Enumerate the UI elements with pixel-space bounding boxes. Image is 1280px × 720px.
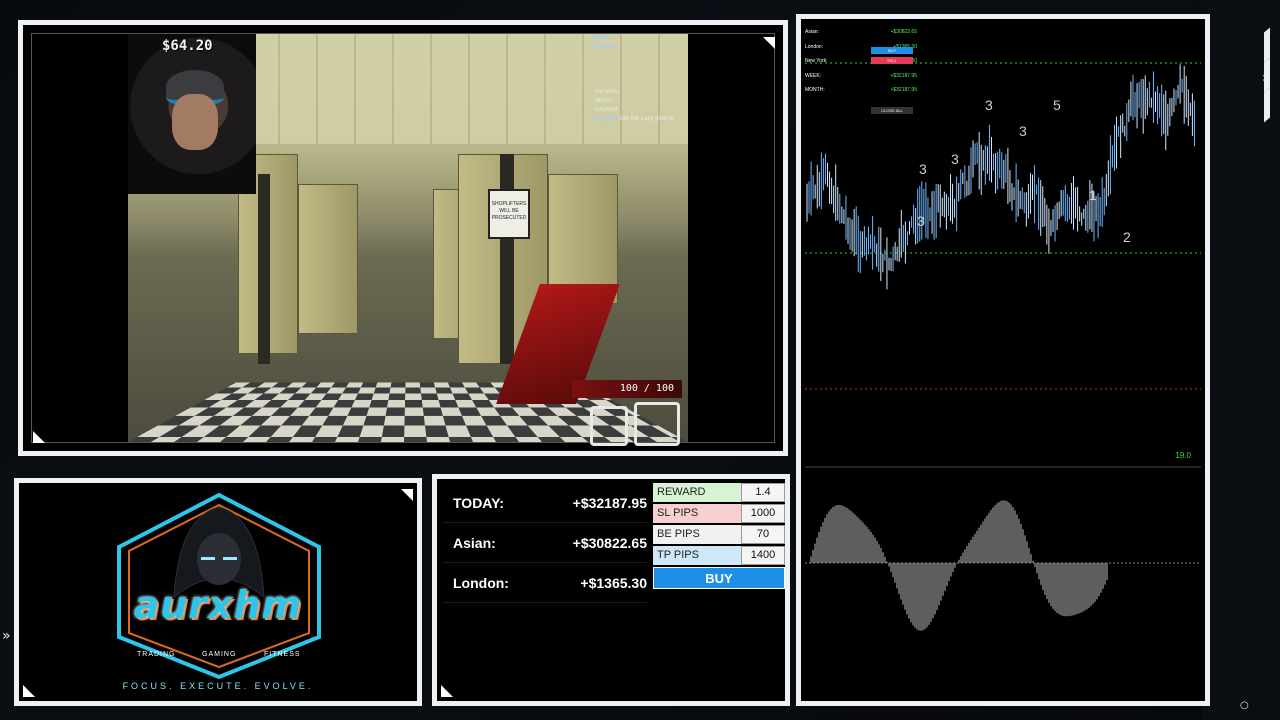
stream-overlay: » » ○ SHOPLIFTERS WILL BE PROSECUTED $64… (0, 0, 1280, 720)
mini-sell-button[interactable]: SELL (871, 57, 913, 64)
reward-label: REWARD (653, 483, 741, 502)
tp-row: TP PIPS 1400 (653, 546, 785, 565)
shelf-pole (500, 154, 514, 364)
inventory-slot (590, 406, 628, 446)
store-shelf (298, 184, 358, 334)
sl-input[interactable]: 1000 (741, 504, 785, 523)
reward-input[interactable]: 1.4 (741, 483, 785, 502)
chevron-icon: » (1262, 70, 1271, 86)
pnl-summary: TODAY: +$32187.95 Asian: +$30822.65 Lond… (443, 483, 647, 603)
pnl-label: TODAY: (453, 494, 505, 511)
wave-label: 3 (985, 97, 993, 113)
chat-message (592, 80, 692, 88)
trading-chart-panel: Asian:+$30822.65 London:+$1365.30 New Yo… (796, 14, 1210, 706)
price-chart (805, 23, 1201, 697)
decorative-frame-edge (1202, 0, 1280, 720)
stream-chat: hpagie zkfantasy RETARD WHAT DISARM andy… (592, 34, 692, 124)
wave-label: 3 (917, 213, 925, 229)
frame-slash (1264, 87, 1270, 123)
category-fitness: FITNESS (264, 651, 301, 658)
wave-label: 3 (919, 161, 927, 177)
be-label: BE PIPS (653, 525, 741, 544)
chat-message: DISARM (595, 107, 619, 113)
mini-buy-button[interactable]: BUY (871, 47, 913, 54)
price-tag: 19.0 (1175, 451, 1191, 460)
pnl-value: +$1365.30 (580, 574, 647, 591)
wave-label: 1 (1089, 187, 1097, 203)
tp-input[interactable]: 1400 (741, 546, 785, 565)
chat-message (592, 62, 692, 70)
mini-close-all-button[interactable]: CLOSE ALL (871, 107, 913, 114)
category-trading: TRADING (137, 651, 176, 658)
health-bar: 100 / 100 (572, 380, 682, 398)
sl-row: SL PIPS 1000 (653, 504, 785, 523)
circle-icon: ○ (1240, 700, 1249, 711)
sl-label: SL PIPS (653, 504, 741, 523)
pnl-row-today: TODAY: +$32187.95 (443, 483, 647, 523)
pnl-value: +$30822.65 (572, 534, 647, 551)
inventory-slot-selected (634, 402, 680, 446)
mini-row: WEEK: +$32187.95 (805, 72, 917, 79)
corner-accent (23, 685, 35, 697)
corner-accent (401, 489, 413, 501)
brand-logo-panel: aurxhm TRADING GAMING FITNESS FOCUS. EXE… (14, 478, 422, 706)
chat-message: zkfantasy (592, 44, 618, 50)
pnl-label: London: (453, 574, 509, 591)
money-counter: $64.20 (162, 38, 213, 54)
wave-label: 3 (951, 151, 959, 167)
mini-row: Asian: +$30822.65 (805, 29, 917, 36)
pnl-label: Asian: (453, 534, 496, 551)
reward-row: REWARD 1.4 (653, 483, 785, 502)
brand-tagline: FOCUS. EXECUTE. EVOLVE. (122, 681, 314, 691)
mini-row: MONTH: +$32187.95 (805, 87, 917, 94)
be-input[interactable]: 70 (741, 525, 785, 544)
pnl-value: +$32187.95 (572, 494, 647, 511)
brand-wordmark: aurxhm (133, 583, 303, 627)
chat-message: WHAT (595, 98, 613, 104)
shoplifter-sign: SHOPLIFTERS WILL BE PROSECUTED (488, 189, 530, 239)
chat-message (592, 71, 692, 79)
pnl-row-london: London: +$1365.30 (443, 563, 647, 603)
buy-button[interactable]: BUY (653, 567, 785, 589)
chevron-icon: » (2, 628, 11, 644)
webcam-feed (128, 34, 256, 194)
chat-message (592, 53, 692, 61)
chat-message: hpagie (592, 35, 611, 41)
be-row: BE PIPS 70 (653, 525, 785, 544)
corner-accent (33, 431, 45, 443)
pnl-row-asian: Asian: +$30822.65 (443, 523, 647, 563)
shelf-pole (258, 174, 270, 364)
wave-label: 2 (1123, 229, 1131, 245)
chat-message: RETARD (595, 89, 620, 95)
wave-label: 5 (1053, 97, 1061, 113)
tp-label: TP PIPS (653, 546, 741, 565)
corner-accent (763, 37, 775, 49)
corner-accent (441, 685, 453, 697)
streamer-face (172, 94, 218, 150)
trade-panel: REWARD 1.4 SL PIPS 1000 BE PIPS 70 TP PI… (653, 483, 785, 589)
wave-label: 3 (1019, 123, 1027, 139)
pnl-stats-panel: TODAY: +$32187.95 Asian: +$30822.65 Lond… (432, 474, 790, 706)
game-capture-panel: SHOPLIFTERS WILL BE PROSECUTED $64.20 hp… (18, 20, 788, 456)
category-gaming: GAMING (202, 651, 237, 658)
game-viewport: SHOPLIFTERS WILL BE PROSECUTED $64.20 hp… (31, 33, 775, 446)
chat-message: andy_tk8 Get the Lazy gnome (592, 116, 674, 122)
